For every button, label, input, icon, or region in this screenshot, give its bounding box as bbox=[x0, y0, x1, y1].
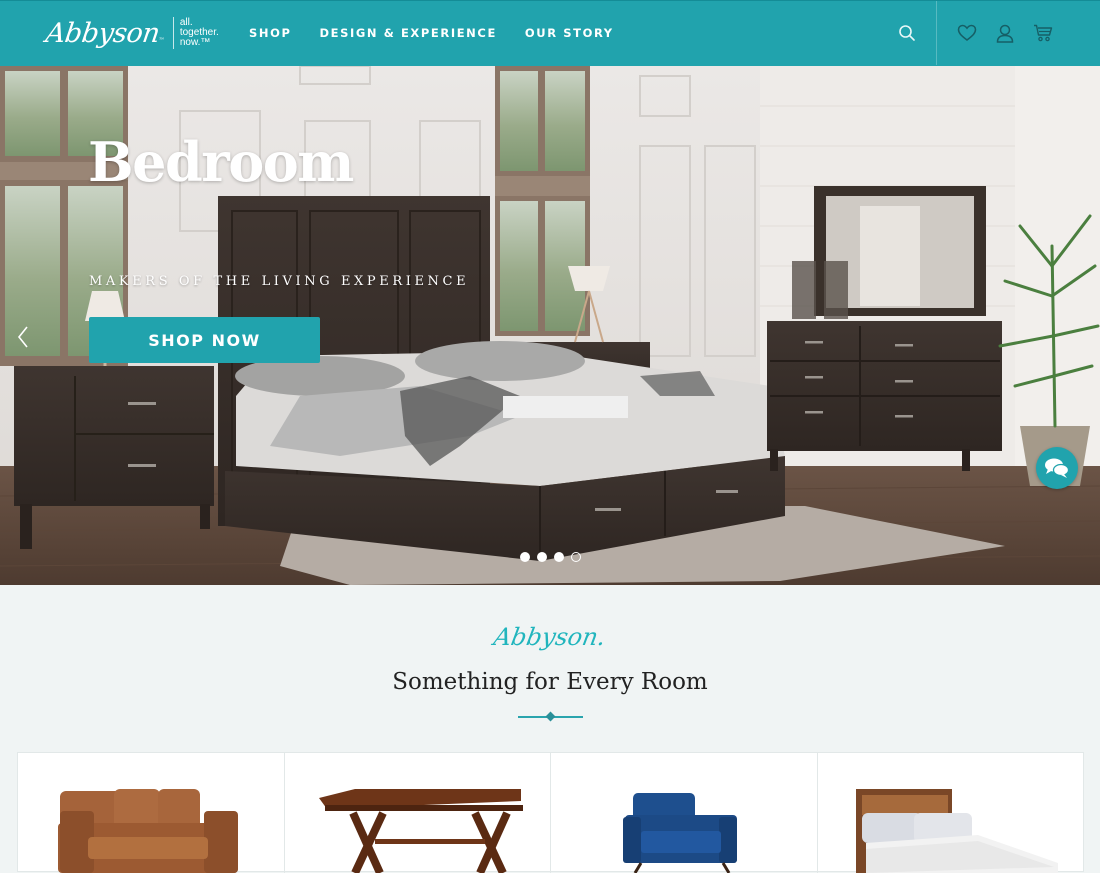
carousel-dot[interactable] bbox=[554, 552, 564, 562]
main-nav: SHOP DESIGN & EXPERIENCE OUR STORY bbox=[249, 1, 642, 65]
search-icon bbox=[899, 25, 915, 41]
cart-icon bbox=[1034, 24, 1053, 42]
category-card-sofa[interactable] bbox=[18, 753, 285, 873]
chevron-left-icon bbox=[17, 326, 28, 348]
tagline-line: now.™ bbox=[179, 37, 211, 48]
bed bbox=[225, 341, 785, 561]
logo[interactable]: Abbyson™ all. together. now.™ bbox=[43, 11, 219, 55]
search-button[interactable] bbox=[890, 1, 924, 65]
hero-carousel: Bedroom MAKERS OF THE LIVING EXPERIENCE … bbox=[0, 66, 1100, 585]
wishlist-button[interactable] bbox=[948, 1, 986, 65]
carousel-dots bbox=[520, 552, 581, 562]
section-logo: Abbyson. bbox=[491, 623, 609, 651]
category-card-chair[interactable] bbox=[551, 753, 818, 873]
carousel-prev-button[interactable] bbox=[12, 322, 34, 352]
cart-button[interactable] bbox=[1024, 1, 1062, 65]
dining-table-image bbox=[318, 789, 523, 873]
carousel-dot[interactable] bbox=[520, 552, 530, 562]
bed-image bbox=[855, 789, 1058, 873]
heart-icon bbox=[957, 24, 977, 41]
hero-title: Bedroom bbox=[88, 130, 354, 194]
user-icon bbox=[996, 24, 1014, 43]
blue-accent-chair-image bbox=[623, 793, 737, 873]
account-button[interactable] bbox=[986, 1, 1024, 65]
section-divider bbox=[518, 711, 583, 722]
header-divider bbox=[936, 1, 937, 65]
logo-wordmark: Abbyson™ bbox=[43, 17, 165, 49]
room-categories-section: Abbyson. Something for Every Room bbox=[0, 585, 1100, 873]
section-title: Something for Every Room bbox=[392, 669, 708, 695]
carousel-dot[interactable] bbox=[537, 552, 547, 562]
chat-button[interactable] bbox=[1036, 447, 1078, 489]
nav-our-story[interactable]: OUR STORY bbox=[525, 26, 614, 40]
shop-now-button[interactable]: SHOP NOW bbox=[89, 317, 320, 363]
nav-design-experience[interactable]: DESIGN & EXPERIENCE bbox=[320, 26, 497, 40]
carousel-dot-active[interactable] bbox=[571, 552, 581, 562]
nav-shop[interactable]: SHOP bbox=[249, 26, 292, 40]
logo-divider bbox=[172, 17, 174, 49]
category-grid bbox=[17, 752, 1084, 873]
chat-bubbles-icon bbox=[1045, 458, 1070, 478]
leather-sofa-image bbox=[58, 789, 238, 873]
logo-tagline: all. together. now.™ bbox=[180, 18, 219, 48]
category-card-bed[interactable] bbox=[818, 753, 1084, 873]
site-header: Abbyson™ all. together. now.™ SHOP DESIG… bbox=[0, 0, 1100, 66]
diamond-ornament bbox=[545, 711, 556, 722]
category-card-dining-table[interactable] bbox=[285, 753, 551, 873]
hero-subtitle: MAKERS OF THE LIVING EXPERIENCE bbox=[89, 274, 470, 289]
